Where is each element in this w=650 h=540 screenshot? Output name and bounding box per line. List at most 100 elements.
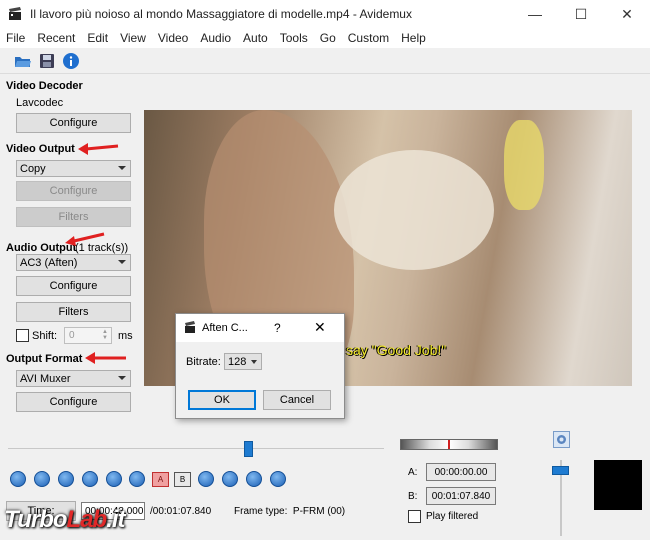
volume-button[interactable]	[553, 431, 570, 448]
bitrate-value: 128	[228, 355, 247, 368]
annotation-arrow-output-format	[85, 352, 126, 364]
watermark-part-it: .it	[106, 506, 125, 533]
frame-type-label: Frame type: P-FRM (00)	[234, 506, 346, 517]
menu-file[interactable]: File	[0, 31, 31, 45]
save-disk-icon[interactable]	[38, 52, 56, 70]
shift-value: 0	[69, 330, 75, 341]
shift-spinbox[interactable]: 0 ▲ ▼	[64, 327, 112, 344]
marker-a-field: 00:00:00.00	[426, 463, 496, 481]
output-format-combo[interactable]: AVI Muxer	[16, 370, 131, 387]
bitrate-label: Bitrate:	[186, 356, 221, 368]
menu-bar: File Recent Edit View Video Audio Auto T…	[0, 28, 650, 48]
marker-a-label: A:	[408, 467, 418, 478]
marker-b-label: B:	[408, 491, 418, 502]
menu-tools[interactable]: Tools	[274, 31, 314, 45]
stop-button[interactable]	[34, 471, 50, 487]
marker-b-icon: B	[179, 475, 186, 484]
clapperboard-icon	[184, 321, 196, 337]
menu-recent[interactable]: Recent	[31, 31, 81, 45]
close-icon: ✕	[621, 5, 633, 22]
title-bar: Il lavoro più noioso al mondo Massaggiat…	[0, 0, 650, 28]
prev-frame-button[interactable]	[58, 471, 74, 487]
play-filtered-checkbox[interactable]	[408, 510, 421, 523]
menu-auto[interactable]: Auto	[237, 31, 274, 45]
spin-arrows-icon: ▲ ▼	[102, 329, 108, 341]
next-frame-button[interactable]	[82, 471, 98, 487]
menu-edit[interactable]: Edit	[81, 31, 114, 45]
goto-end-button[interactable]	[270, 471, 286, 487]
output-format-value: AVI Muxer	[20, 372, 71, 385]
dialog-title: Aften C...	[202, 322, 248, 334]
video-output-heading: Video Output	[6, 143, 75, 155]
jog-shuttle-dial[interactable]	[400, 439, 498, 450]
watermark-part-lab: Lab	[66, 506, 108, 533]
menu-help[interactable]: Help	[395, 31, 432, 45]
dropdown-arrow-icon	[251, 360, 257, 364]
goto-start-button[interactable]	[246, 471, 262, 487]
audio-meter-display	[594, 460, 642, 510]
dropdown-arrow-icon	[118, 260, 126, 264]
audio-output-combo[interactable]: AC3 (Aften)	[16, 254, 131, 271]
marker-b-field: 00:01:07.840	[426, 487, 496, 505]
video-frame-shape	[504, 120, 544, 210]
turbolab-watermark: TurboLab.it	[4, 506, 126, 534]
annotation-arrow-audio-output	[65, 232, 105, 246]
video-configure-button[interactable]: Configure	[16, 181, 131, 201]
marker-a-icon: A	[157, 475, 164, 484]
dialog-close-icon[interactable]: ✕	[314, 319, 326, 336]
goto-marker-b-button[interactable]	[222, 471, 238, 487]
dropdown-arrow-icon	[118, 376, 126, 380]
info-icon[interactable]	[62, 52, 80, 70]
set-marker-b-button[interactable]: B	[174, 472, 191, 487]
open-folder-icon[interactable]	[14, 52, 32, 70]
menu-custom[interactable]: Custom	[342, 31, 395, 45]
close-button[interactable]: ✕	[604, 0, 650, 28]
prev-keyframe-button[interactable]	[106, 471, 122, 487]
maximize-button[interactable]: ☐	[558, 0, 604, 28]
jog-center-marker	[448, 440, 450, 449]
video-filters-button[interactable]: Filters	[16, 207, 131, 227]
menu-video[interactable]: Video	[152, 31, 194, 45]
menu-audio[interactable]: Audio	[194, 31, 237, 45]
decoder-configure-button[interactable]: Configure	[16, 113, 131, 133]
dialog-help-button[interactable]: ?	[274, 321, 281, 335]
timeline-track[interactable]	[8, 448, 384, 449]
video-output-combo[interactable]: Copy	[16, 160, 131, 177]
goto-marker-a-button[interactable]	[198, 471, 214, 487]
format-configure-button[interactable]: Configure	[16, 392, 131, 412]
menu-view[interactable]: View	[114, 31, 152, 45]
watermark-part-turbo: Turbo	[4, 506, 68, 533]
play-button[interactable]	[10, 471, 26, 487]
dialog-cancel-button[interactable]: Cancel	[263, 390, 331, 410]
audio-configure-button[interactable]: Configure	[16, 276, 131, 296]
minimize-icon: —	[528, 6, 542, 22]
dialog-ok-button[interactable]: OK	[188, 390, 256, 410]
toolbar	[0, 48, 650, 74]
video-decoder-heading: Video Decoder	[6, 80, 83, 92]
clapperboard-icon	[8, 7, 22, 21]
video-frame-shape	[334, 150, 494, 270]
total-time-label: /00:01:07.840	[150, 506, 212, 517]
set-marker-a-button[interactable]: A	[152, 472, 169, 487]
dropdown-arrow-icon	[118, 166, 126, 170]
shift-checkbox[interactable]	[16, 329, 29, 342]
shift-unit-label: ms	[118, 330, 133, 342]
minimize-button[interactable]: —	[512, 0, 558, 28]
decoder-codec-label: Lavcodec	[16, 97, 64, 109]
speaker-icon	[557, 435, 566, 444]
audio-output-value: AC3 (Aften)	[20, 256, 78, 269]
bitrate-combo[interactable]: 128	[224, 353, 262, 370]
output-format-heading: Output Format	[6, 353, 83, 365]
timeline-slider-thumb[interactable]	[244, 441, 254, 457]
dialog-title-bar: Aften C... ? ✕	[176, 314, 344, 342]
aften-configure-dialog: Aften C... ? ✕ Bitrate: 128 OK Cancel	[175, 313, 345, 419]
shift-label: Shift:	[32, 330, 58, 342]
volume-slider-thumb[interactable]	[552, 466, 569, 475]
video-subtitle: say "Good Job!"	[346, 342, 447, 358]
menu-go[interactable]: Go	[314, 31, 342, 45]
window-title: Il lavoro più noioso al mondo Massaggiat…	[30, 7, 412, 21]
next-keyframe-button[interactable]	[129, 471, 145, 487]
video-output-value: Copy	[20, 162, 46, 175]
audio-filters-button[interactable]: Filters	[16, 302, 131, 322]
maximize-icon: ☐	[574, 5, 588, 22]
